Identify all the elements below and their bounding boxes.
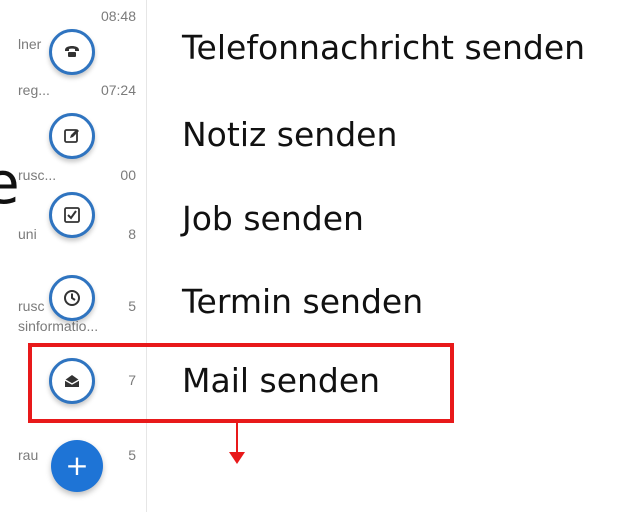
highlight-box — [28, 343, 454, 423]
list-item-sender: lner — [18, 36, 42, 52]
send-job-button[interactable] — [49, 192, 95, 238]
list-item-time: 08:48 — [100, 8, 136, 24]
list-item-time: 5 — [128, 447, 136, 463]
fab-add-button[interactable]: + — [51, 440, 103, 492]
list-item-time: 07:24 — [100, 82, 136, 98]
phone-icon — [65, 46, 79, 57]
list-item-sender: rusc... — [18, 167, 57, 183]
menu-item-appointment[interactable]: Termin senden — [182, 282, 423, 321]
send-appointment-button[interactable] — [49, 275, 95, 321]
annotation-arrow-head — [229, 452, 245, 464]
list-item-sender: reg... — [18, 82, 50, 98]
list-item-sender: uni — [18, 226, 37, 242]
list-item-time: 8 — [128, 226, 136, 242]
checkbox-icon — [64, 207, 80, 223]
background-heading-fragment: e — [0, 149, 18, 217]
list-item-time: 5 — [128, 298, 136, 314]
menu-item-phone-message[interactable]: Telefonnachricht senden — [182, 28, 585, 67]
list-item-sender: rau — [18, 447, 39, 463]
list-item-time: 00 — [120, 167, 136, 183]
list-item-preview: sinformatio... — [18, 318, 99, 334]
edit-icon — [64, 129, 79, 143]
message-list: 08:48 lner reg... 07:24 rusc... 00 uni 8… — [18, 0, 147, 512]
list-item-sender: rusc — [18, 298, 45, 314]
send-phone-message-button[interactable] — [49, 29, 95, 75]
menu-item-note[interactable]: Notiz senden — [182, 115, 397, 154]
send-note-button[interactable] — [49, 113, 95, 159]
annotation-arrow — [236, 423, 238, 455]
menu-item-job[interactable]: Job senden — [182, 199, 364, 238]
clock-icon — [64, 290, 80, 306]
